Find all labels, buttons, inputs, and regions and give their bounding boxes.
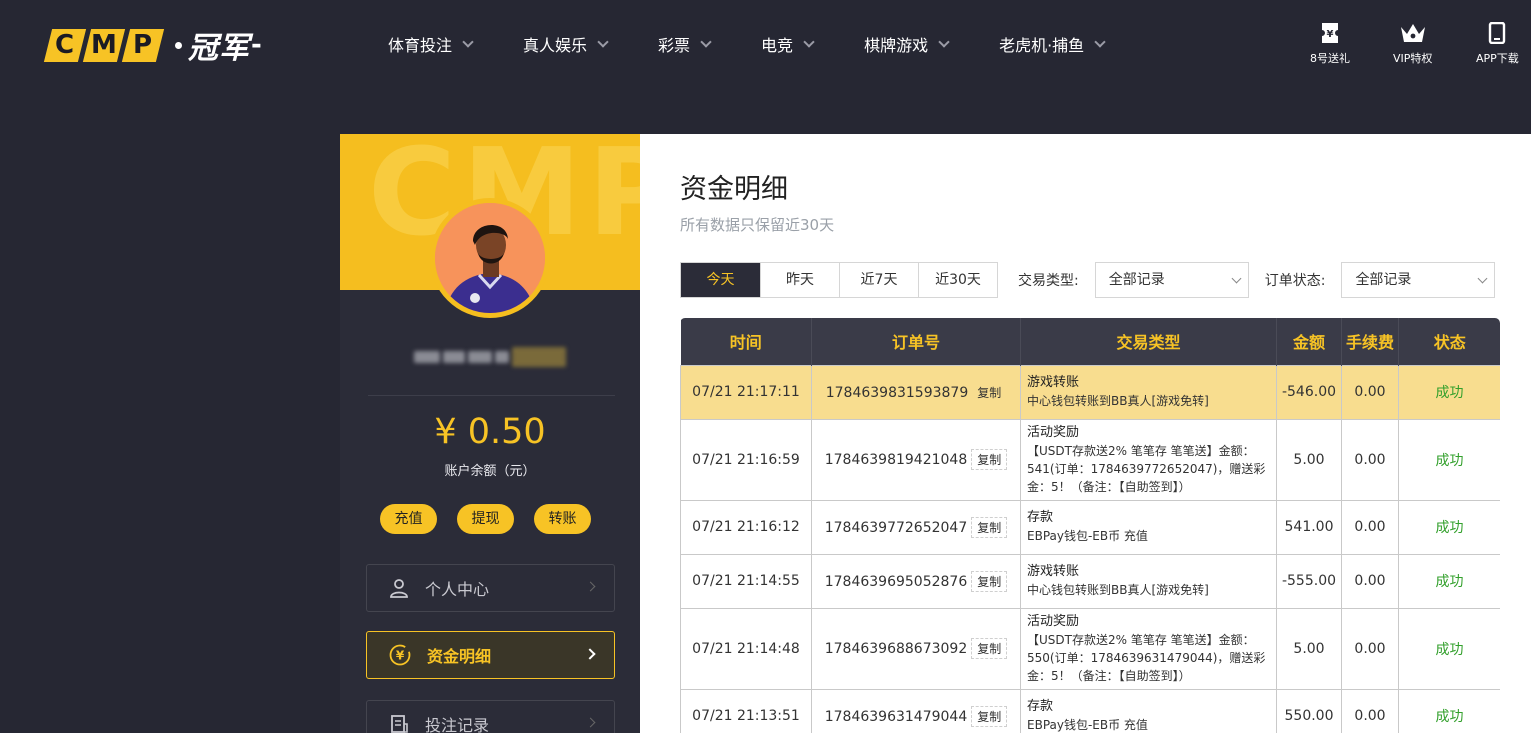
transfer-button[interactable]: 转账 <box>534 504 591 534</box>
tab-yesterday[interactable]: 昨天 <box>760 263 839 297</box>
quick-gift[interactable]: ¥ 8号送礼 <box>1310 22 1350 66</box>
withdraw-button[interactable]: 提现 <box>457 504 514 534</box>
chevron-down-icon <box>1094 35 1106 48</box>
table-row[interactable]: 07/21 21:14:55 1784639695052876 复制 游戏转账 中心… <box>680 553 1500 609</box>
chevron-down-icon <box>1477 273 1488 284</box>
transaction-type-label: 交易类型: <box>1018 273 1079 289</box>
svg-text:¥: ¥ <box>396 649 405 663</box>
copy-button[interactable]: 复制 <box>971 449 1008 470</box>
sidebar-item-funds[interactable]: ¥ 资金明细 <box>366 631 615 679</box>
avatar[interactable] <box>430 198 550 318</box>
nav-sports[interactable]: 体育投注 <box>388 32 474 56</box>
player-photo-icon <box>435 203 545 313</box>
status-badge: 成功 <box>1435 574 1464 590</box>
status-badge: 成功 <box>1435 641 1464 658</box>
chevron-down-icon <box>803 35 815 48</box>
sidebar-item-bet-records[interactable]: 投注记录 <box>366 700 615 733</box>
table-row[interactable]: 07/21 21:17:11 1784639831593879 复制 游戏转账 中心… <box>680 364 1500 420</box>
status-badge: 成功 <box>1435 709 1464 725</box>
chevron-down-icon <box>597 35 609 48</box>
table-row[interactable]: 07/21 21:14:48 1784639688673092 复制 活动奖励 【U… <box>680 607 1500 690</box>
copy-button[interactable]: 复制 <box>972 383 1006 402</box>
nav-esports[interactable]: 电竞 <box>761 32 815 56</box>
page-subtitle: 所有数据只保留近30天 <box>680 216 835 234</box>
user-icon <box>389 578 409 598</box>
balance-label: 账户余额（元） <box>444 464 536 479</box>
order-status-label: 订单状态: <box>1264 273 1326 289</box>
main-nav: 体育投注 真人娱乐 彩票 电竞 棋牌游戏 老虎机·捕鱼 <box>388 32 1155 56</box>
table-row[interactable]: 07/21 21:16:59 1784639819421048 复制 活动奖励 【U… <box>680 418 1500 501</box>
filter-bar: 今天 昨天 近7天 近30天 交易类型: 全部记录 订单状态: 全部记录 <box>680 262 1496 298</box>
col-status: 状态 <box>1433 333 1466 353</box>
tab-30-days[interactable]: 近30天 <box>918 263 997 297</box>
table-row[interactable]: 07/21 21:16:12 1784639772652047 复制 存款 EBPa… <box>680 499 1500 555</box>
table-row[interactable]: 07/21 21:13:51 1784639631479044 复制 存款 EBPa… <box>680 688 1500 733</box>
chevron-down-icon <box>700 35 712 48</box>
chevron-right-icon <box>585 581 596 592</box>
page-title: 资金明细 <box>680 174 788 205</box>
phone-icon <box>1489 22 1506 44</box>
chevron-right-icon <box>584 648 596 660</box>
brand-logo[interactable]: C M P 冠军 - <box>43 28 262 66</box>
balance-amount: ¥ 0.50 <box>434 412 546 452</box>
account-sidebar: CMP ¥ 0.50 账户余额（元） 充值 提现 转账 个人中心 ¥ 资金明细 … <box>340 134 640 733</box>
col-type: 交易类型 <box>1020 318 1277 365</box>
nav-live-casino[interactable]: 真人娱乐 <box>523 32 609 56</box>
transaction-type-select[interactable]: 全部记录 <box>1094 262 1249 298</box>
wallet-actions: 充值 提现 转账 <box>380 504 591 534</box>
nav-chess-cards[interactable]: 棋牌游戏 <box>864 32 950 56</box>
order-status-select[interactable]: 全部记录 <box>1341 262 1496 298</box>
quick-vip[interactable]: VIP特权 <box>1393 22 1432 66</box>
col-time: 时间 <box>680 318 812 365</box>
status-badge: 成功 <box>1435 385 1464 401</box>
chevron-down-icon <box>462 35 474 48</box>
document-icon <box>389 714 409 733</box>
top-navbar: C M P 冠军 - 体育投注 真人娱乐 彩票 电竞 棋牌游戏 老虎机·捕鱼 ¥… <box>0 0 1531 90</box>
chevron-right-icon <box>585 717 596 728</box>
status-badge: 成功 <box>1435 452 1464 469</box>
chevron-down-icon <box>1231 273 1242 284</box>
quick-app[interactable]: APP下载 <box>1476 22 1519 66</box>
tab-today[interactable]: 今天 <box>681 263 760 297</box>
svg-text:¥: ¥ <box>1327 29 1334 40</box>
tab-7-days[interactable]: 近7天 <box>839 263 918 297</box>
col-fee: 手续费 <box>1341 318 1399 365</box>
nav-slots-fishing[interactable]: 老虎机·捕鱼 <box>999 32 1106 56</box>
copy-button[interactable]: 复制 <box>971 570 1008 592</box>
col-amount: 金额 <box>1276 318 1342 365</box>
transactions-table: 时间 订单号 交易类型 金额 手续费 状态 07/21 21:17:11 178… <box>680 318 1500 733</box>
username-masked <box>410 344 570 370</box>
date-range-tabs: 今天 昨天 近7天 近30天 <box>680 262 998 298</box>
copy-button[interactable]: 复制 <box>971 516 1008 538</box>
yuan-coin-icon: ¥ <box>389 644 411 666</box>
crown-icon <box>1400 24 1425 42</box>
deposit-button[interactable]: 充值 <box>380 504 437 534</box>
gift-ticket-icon: ¥ <box>1322 23 1338 43</box>
funds-detail-panel: 资金明细 所有数据只保留近30天 今天 昨天 近7天 近30天 交易类型: 全部… <box>640 134 1531 733</box>
col-order: 订单号 <box>811 318 1021 365</box>
sidebar-item-profile[interactable]: 个人中心 <box>366 564 615 612</box>
copy-button[interactable]: 复制 <box>971 638 1008 659</box>
copy-button[interactable]: 复制 <box>971 705 1008 727</box>
status-badge: 成功 <box>1435 520 1464 536</box>
chevron-down-icon <box>938 35 950 48</box>
nav-lottery[interactable]: 彩票 <box>658 32 712 56</box>
table-header: 时间 订单号 交易类型 金额 手续费 状态 <box>680 318 1500 365</box>
